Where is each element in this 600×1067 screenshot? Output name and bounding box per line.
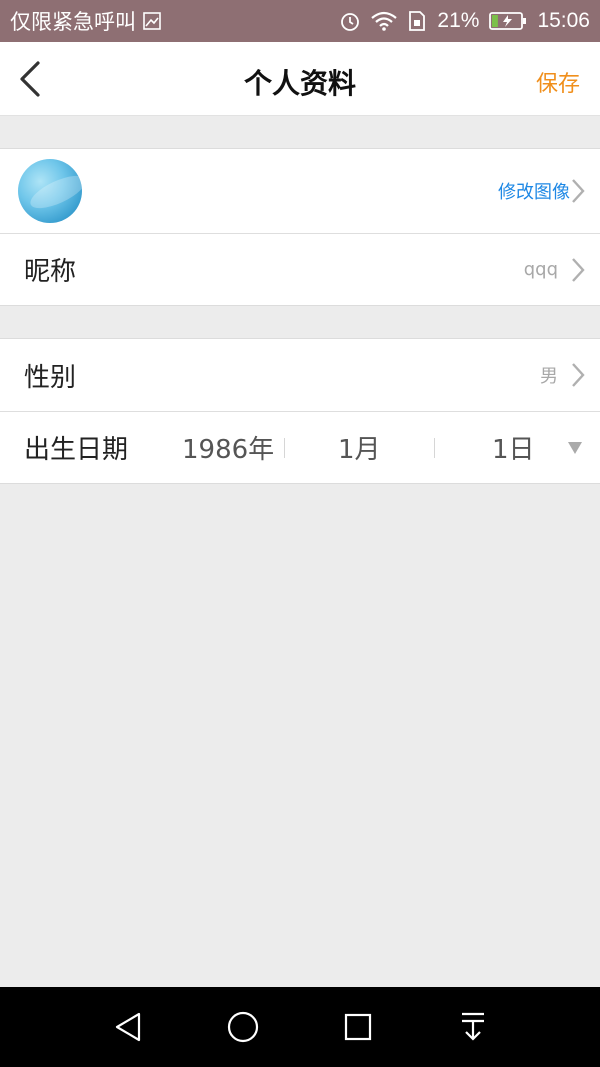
wifi-icon: [371, 11, 398, 31]
chevron-right-icon: [572, 363, 585, 387]
sim-icon: [407, 10, 427, 32]
birthdate-row: 出生日期 1986年 1月 1日: [0, 411, 600, 483]
notification-pull-icon[interactable]: [451, 1005, 495, 1049]
page-title: 个人资料: [243, 67, 356, 100]
birthdate-label: 出生日期: [24, 435, 129, 465]
home-nav-icon[interactable]: [221, 1005, 265, 1049]
chevron-right-icon: [572, 179, 585, 203]
app-header: 个人资料 保存: [0, 42, 600, 116]
save-button[interactable]: 保存: [536, 66, 580, 98]
birth-month-picker[interactable]: 1月: [338, 429, 381, 466]
dropdown-arrow-icon[interactable]: [568, 442, 582, 454]
picker-divider: [434, 438, 435, 458]
profile-card-basic: 修改图像 昵称 qqq: [0, 148, 600, 306]
image-icon: [142, 11, 162, 31]
picker-divider: [284, 438, 285, 458]
recents-nav-icon[interactable]: [336, 1005, 380, 1049]
back-nav-icon[interactable]: [106, 1005, 150, 1049]
profile-card-personal: 性别 男 出生日期 1986年 1月 1日: [0, 338, 600, 484]
birth-year-picker[interactable]: 1986年: [182, 429, 274, 466]
nickname-label: 昵称: [24, 257, 77, 287]
avatar: [18, 159, 82, 223]
gender-value: 男: [540, 366, 558, 387]
change-avatar-link[interactable]: 修改图像: [498, 178, 570, 204]
carrier-text: 仅限紧急呼叫: [10, 11, 136, 34]
status-bar: 仅限紧急呼叫 21% 15:06: [0, 0, 600, 42]
chevron-right-icon: [572, 257, 585, 282]
gender-label: 性别: [24, 362, 77, 393]
birth-day-picker[interactable]: 1日: [492, 429, 535, 466]
system-nav-bar: [0, 987, 600, 1067]
clock: 15:06: [537, 9, 590, 32]
battery-percent: 21%: [437, 9, 480, 32]
nickname-row[interactable]: 昵称 qqq: [0, 233, 600, 305]
nickname-value: qqq: [523, 259, 558, 280]
gender-row[interactable]: 性别 男: [0, 339, 600, 411]
battery-charging-icon: [489, 11, 527, 31]
avatar-row[interactable]: 修改图像: [0, 149, 600, 233]
alarm-icon: [339, 10, 361, 32]
